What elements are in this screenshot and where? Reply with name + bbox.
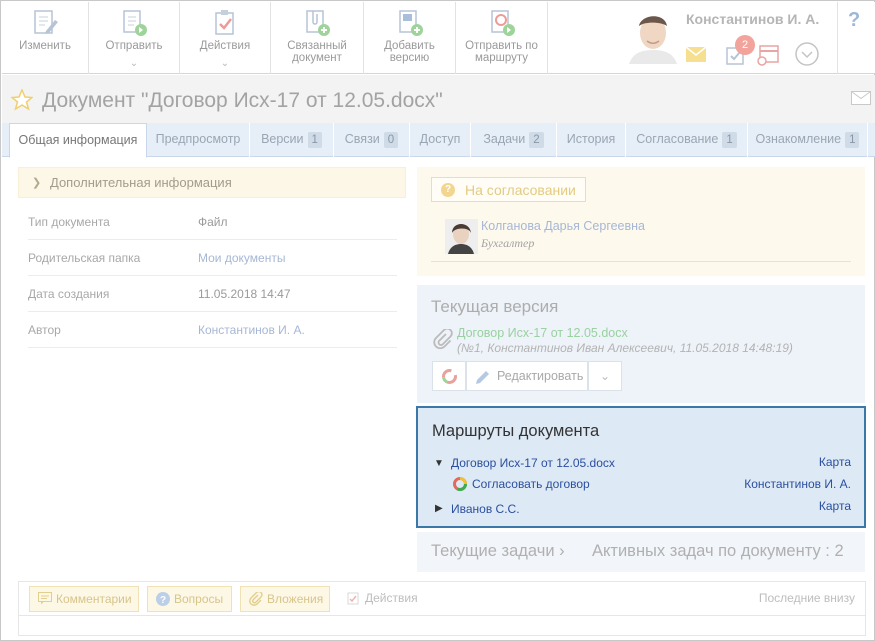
document-routes-panel: Маршруты документа ▼ Договор Исх-17 от 1… [416, 406, 866, 528]
add-version-icon [398, 10, 423, 36]
help-icon[interactable]: ? [848, 9, 860, 32]
edit-document-icon [34, 10, 58, 34]
notification-badge: 2 [735, 35, 755, 55]
current-tasks-link[interactable]: Текущие задачи › [431, 542, 565, 561]
tab-tasks[interactable]: Задачи 2 [471, 123, 557, 157]
chevron-down-icon: ⌄ [599, 369, 611, 383]
divider [431, 261, 851, 262]
document-routes-header: Маршруты документа [432, 422, 600, 440]
questions-button[interactable]: ? Вопросы [147, 586, 232, 612]
version-more-dropdown[interactable]: ⌄ [588, 361, 622, 391]
chevron-right-icon: › [559, 542, 565, 560]
edit-version-button[interactable]: Редактировать [466, 361, 588, 391]
chevron-right-icon[interactable]: ▶ [435, 503, 443, 514]
linked-document-button[interactable]: Связанный документ [271, 2, 364, 74]
chevron-down-icon: ⌄ [129, 58, 139, 69]
send-route-button[interactable]: Отправить по маршруту [456, 2, 548, 74]
tab-general[interactable]: Общая информация [9, 123, 147, 158]
author-link[interactable]: Константинов И. А. [198, 323, 305, 337]
tab-versions[interactable]: Версии 1 [250, 123, 334, 157]
envelope-icon[interactable] [851, 91, 871, 105]
tasks-panel: Текущие задачи › Активных задач по докум… [417, 532, 865, 572]
chevron-down-icon[interactable]: ▼ [434, 458, 444, 469]
edit-button[interactable]: Изменить [2, 2, 89, 74]
route-person-link[interactable]: Иванов С.С. [451, 502, 520, 516]
info-row-parent-folder: Родительская папка Мои документы [28, 240, 397, 276]
route-map-link[interactable]: Карта [819, 455, 851, 469]
approver-name-link[interactable]: Колганова Дарья Сергеевна [481, 219, 645, 233]
active-tasks-count: Активных задач по документу : 2 [592, 542, 844, 560]
comments-button[interactable]: Комментарии [29, 586, 139, 612]
calendar-icon[interactable] [756, 44, 780, 66]
user-avatar[interactable] [627, 8, 679, 64]
approval-status-button[interactable]: ? На согласовании [431, 177, 586, 202]
mail-icon[interactable] [686, 47, 706, 62]
send-document-icon [123, 10, 147, 36]
tab-familiarization[interactable]: Ознакомление 1 [748, 123, 868, 157]
route-document-link[interactable]: Договор Исх-17 от 12.05.docx [451, 456, 615, 470]
route-circle-icon [442, 369, 457, 384]
toolbar: Изменить Отправить ⌄ Действия ⌄ Связанны… [2, 2, 875, 74]
linked-document-icon [306, 10, 330, 36]
paperclip-icon [249, 592, 263, 606]
comments-toolbar: Комментарии ? Вопросы Вложения Действия … [18, 581, 866, 616]
version-file-link[interactable]: Договор Исх-17 от 12.05.docx [457, 326, 628, 340]
title-bar: Документ "Договор Исх-17 от 12.05.docx" [2, 75, 875, 123]
actions-checklist-icon [215, 10, 234, 35]
tab-approval[interactable]: Согласование 1 [626, 123, 748, 157]
chevron-down-icon: ❯ [32, 177, 42, 189]
tab-access[interactable]: Доступ [410, 123, 471, 157]
attachments-button[interactable]: Вложения [240, 586, 330, 612]
add-version-button[interactable]: Добавить версию [364, 2, 456, 74]
tab-bar: Общая информация Предпросмотр Версии 1 Св… [2, 123, 875, 158]
parent-folder-link[interactable]: Мои документы [198, 251, 285, 265]
actions-checklist-icon [347, 592, 359, 605]
page-title: Документ "Договор Исх-17 от 12.05.docx" [42, 89, 443, 112]
route-map-link[interactable]: Карта [819, 499, 851, 513]
pencil-icon [476, 371, 489, 384]
current-version-panel: Текущая версия Договор Исх-17 от 12.05.d… [417, 285, 865, 403]
favorite-star-icon[interactable] [11, 89, 33, 111]
route-circle-icon [453, 477, 467, 491]
svg-text:?: ? [160, 595, 166, 606]
current-version-header: Текущая версия [431, 297, 559, 316]
user-panel: Константинов И. А. 2 [619, 2, 838, 74]
info-section-header[interactable]: ❯ Дополнительная информация [18, 167, 406, 198]
info-row-author: Автор Константинов И. А. [28, 312, 397, 348]
actions-button[interactable]: Действия ⌄ [180, 2, 271, 74]
paperclip-icon [433, 329, 453, 350]
comment-icon [38, 592, 52, 605]
approval-panel: ? На согласовании Колганова Дарья Сергее… [417, 167, 865, 276]
chevron-down-circle-icon[interactable] [794, 41, 820, 67]
version-meta: (№1, Константинов Иван Алексеевич, 11.05… [457, 341, 793, 355]
tab-links[interactable]: Связи 0 [334, 123, 410, 157]
route-task-link[interactable]: Согласовать договор [472, 477, 590, 491]
approver-avatar [445, 219, 478, 254]
open-route-button[interactable] [432, 361, 466, 391]
user-icons [686, 40, 836, 70]
chevron-down-icon: ⌄ [220, 58, 230, 69]
approver-role: Бухгалтер [481, 236, 535, 250]
send-button[interactable]: Отправить ⌄ [89, 2, 180, 74]
user-name[interactable]: Константинов И. А. [686, 11, 819, 27]
route-task-assignee-link[interactable]: Константинов И. А. [744, 477, 851, 491]
app-window: Изменить Отправить ⌄ Действия ⌄ Связанны… [0, 0, 875, 641]
question-icon: ? [156, 592, 170, 606]
comments-area [18, 616, 866, 636]
info-row-created: Дата создания 11.05.2018 14:47 [28, 276, 397, 312]
tab-preview[interactable]: Предпросмотр [147, 123, 250, 157]
question-icon: ? [441, 183, 455, 197]
sort-order-toggle[interactable]: Последние внизу [759, 591, 855, 605]
tab-history[interactable]: История [557, 123, 626, 157]
info-row-type: Тип документа Файл [28, 204, 397, 240]
send-route-icon [490, 10, 515, 36]
